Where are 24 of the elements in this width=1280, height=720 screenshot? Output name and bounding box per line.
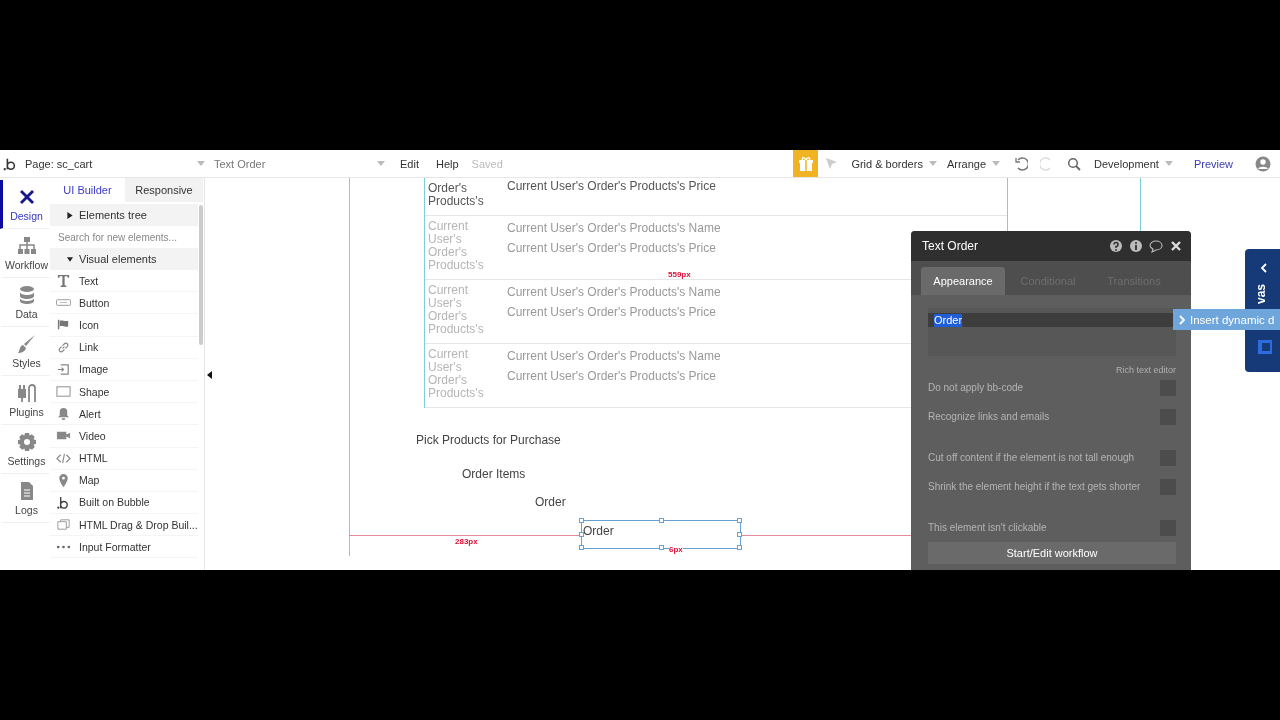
row-label: Current User's Order's Products's (427, 346, 485, 402)
row-field: Current User's Order's Products's Name (507, 346, 721, 366)
option-label: Do not apply bb-code (928, 382, 1024, 393)
order-text: Order (535, 495, 566, 509)
row-label: Current User's Order's Products's (427, 282, 485, 338)
save-status: Saved (471, 157, 503, 170)
option-label: Shrink the element height if the text gets shorter (928, 481, 1141, 492)
row-label: Current User's Order's Products's (427, 218, 485, 274)
editor-title: Text Order (922, 239, 978, 253)
row-field: Current User's Order's Products's Price (507, 178, 716, 196)
heading-text: Pick Products for Purchase (416, 433, 561, 447)
option-label: Recognize links and emails (928, 411, 1050, 422)
option-label: This element isn't clickable (928, 522, 1047, 533)
dimension-label: 6px (669, 545, 683, 554)
row-field: Current User's Order's Products's Price (507, 366, 721, 386)
row-field: Current User's Order's Products's Name (507, 218, 721, 238)
row-field: Current User's Order's Products's Price (507, 238, 721, 258)
dimension-label: 283px (455, 537, 478, 546)
dimension-label: 559px (668, 270, 691, 279)
row-field: Current User's Order's Products's Price (507, 302, 721, 322)
row-label: Order's Products's (427, 180, 485, 208)
option-label: Cut off content if the element is not tall enough (928, 452, 1135, 463)
row-field: Current User's Order's Products's Name (507, 282, 721, 302)
subheading-text: Order Items (462, 467, 526, 481)
